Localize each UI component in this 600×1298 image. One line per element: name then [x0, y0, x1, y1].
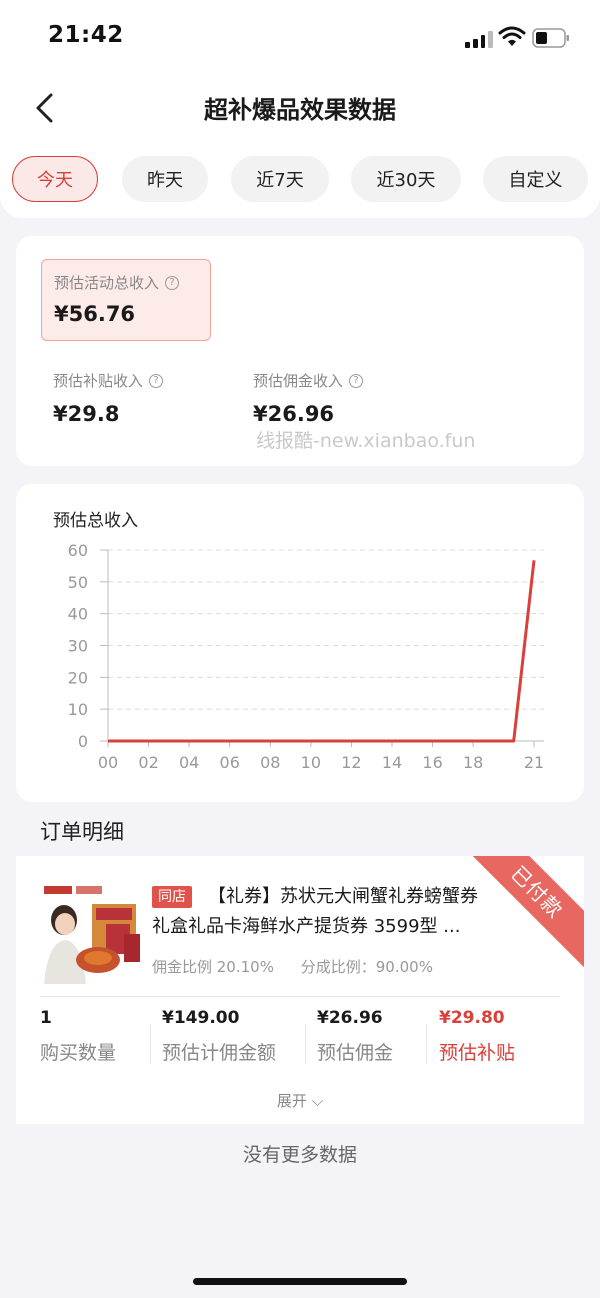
x-tick-label: 04 — [179, 753, 199, 772]
x-tick-label: 21 — [524, 753, 544, 772]
income-chart-card: 预估总收入 0 10 20 30 40 50 60 00 02 04 06 08 10 12 14 16 18 2… — [16, 484, 584, 802]
product-title-line1: 【礼券】苏状元大闸蟹礼券螃蟹券 — [208, 886, 478, 907]
income-line-chart: 0 10 20 30 40 50 60 00 02 04 06 08 10 12 14 16 18 21 — [68, 541, 545, 772]
total-income-label-row: 预估活动总收入 ? — [54, 272, 180, 293]
tab-yesterday[interactable]: 昨天 — [122, 156, 208, 202]
divider — [426, 1024, 427, 1064]
subsidy-stat: ¥29.80 预估补贴 — [439, 1008, 515, 1065]
battery-icon — [532, 28, 569, 48]
total-income-label: 预估活动总收入 — [54, 274, 160, 292]
product-title-line2: 礼盒礼品卡海鲜水产提货券 3599型 ... — [152, 916, 461, 937]
y-tick-label: 50 — [68, 573, 88, 592]
divider — [305, 1024, 306, 1064]
order-card[interactable]: 同店 【礼券】苏状元大闸蟹礼券螃蟹券 礼盒礼品卡海鲜水产提货券 3599型 ..… — [16, 856, 584, 1124]
share-rate: 分成比例：90.00% — [300, 958, 433, 976]
subsidy-income-label-row: 预估补贴收入 ? — [53, 370, 164, 391]
tab-last-7-days[interactable]: 近7天 — [231, 156, 329, 202]
no-more-data-text: 没有更多数据 — [242, 1144, 357, 1166]
y-tick-label: 60 — [68, 541, 88, 560]
base-amount-label: 预估计佣金额 — [162, 1042, 277, 1064]
x-tick-label: 08 — [260, 753, 280, 772]
y-tick-label: 30 — [68, 637, 88, 656]
subsidy-income-value: ¥29.8 — [53, 402, 120, 426]
total-income-value: ¥56.76 — [54, 302, 136, 326]
summary-card: 预估活动总收入 ? ¥56.76 预估补贴收入 ? ¥29.8 预估佣金收入 ?… — [16, 236, 584, 466]
expand-button[interactable]: 展开 ⌵ — [16, 1090, 584, 1111]
order-section-title: 订单明细 — [40, 820, 124, 844]
quantity-label: 购买数量 — [40, 1042, 117, 1064]
commission-income-value: ¥26.96 — [253, 402, 335, 426]
page-title: 超补爆品效果数据 — [204, 96, 396, 124]
commission-label: 预估佣金 — [317, 1042, 394, 1064]
subsidy-value: ¥29.80 — [439, 1008, 505, 1028]
x-tick-label: 18 — [463, 753, 483, 772]
base-amount-stat: ¥149.00 预估计佣金额 — [162, 1008, 276, 1065]
quantity-stat: 1 购买数量 — [40, 1008, 116, 1065]
help-icon[interactable]: ? — [349, 373, 364, 388]
tab-last-30-days[interactable]: 近30天 — [351, 156, 461, 202]
quantity-value: 1 — [40, 1008, 52, 1028]
home-indicator — [193, 1278, 407, 1285]
x-tick-label: 02 — [138, 753, 158, 772]
commission-income-label-row: 预估佣金收入 ? — [253, 370, 364, 391]
x-tick-label: 16 — [422, 753, 442, 772]
wifi-icon — [498, 26, 526, 46]
subsidy-label: 预估补贴 — [439, 1042, 516, 1064]
commission-rate: 佣金比例 20.10% — [152, 958, 274, 976]
watermark: 线报酷-new.xianbao.fun — [256, 430, 476, 452]
tab-custom[interactable]: 自定义 — [483, 156, 588, 202]
subsidy-income-label: 预估补贴收入 — [53, 372, 144, 390]
commission-value: ¥26.96 — [317, 1008, 383, 1028]
x-tick-label: 12 — [341, 753, 361, 772]
product-thumbnail — [40, 880, 144, 984]
y-tick-label: 10 — [68, 700, 88, 719]
commission-income-label: 预估佣金收入 — [253, 372, 344, 390]
x-tick-label: 00 — [98, 753, 118, 772]
date-filter-tabs: 今天 昨天 近7天 近30天 自定义 — [0, 146, 600, 218]
rates-row: 佣金比例 20.10% 分成比例：90.00% — [152, 956, 433, 977]
total-income-box[interactable]: 预估活动总收入 ? ¥56.76 — [41, 259, 211, 341]
x-tick-label: 10 — [301, 753, 321, 772]
x-tick-label: 14 — [382, 753, 402, 772]
y-tick-label: 20 — [68, 668, 88, 687]
cellular-signal-icon — [465, 30, 493, 48]
commission-stat: ¥26.96 预估佣金 — [317, 1008, 393, 1065]
status-bar: 21:42 — [0, 0, 600, 76]
base-amount-value: ¥149.00 — [162, 1008, 240, 1028]
help-icon[interactable]: ? — [165, 275, 180, 290]
y-tick-label: 0 — [78, 732, 88, 751]
nav-bar: 超补爆品效果数据 — [0, 76, 600, 146]
divider — [150, 1024, 151, 1064]
tab-today[interactable]: 今天 — [12, 156, 98, 202]
x-tick-label: 06 — [220, 753, 240, 772]
y-tick-label: 40 — [68, 605, 88, 624]
help-icon[interactable]: ? — [149, 373, 164, 388]
income-series-line — [108, 560, 536, 743]
divider — [40, 996, 560, 997]
same-store-tag: 同店 — [152, 886, 192, 908]
paid-status-badge: 已付款 — [455, 856, 584, 974]
status-time: 21:42 — [48, 22, 124, 48]
